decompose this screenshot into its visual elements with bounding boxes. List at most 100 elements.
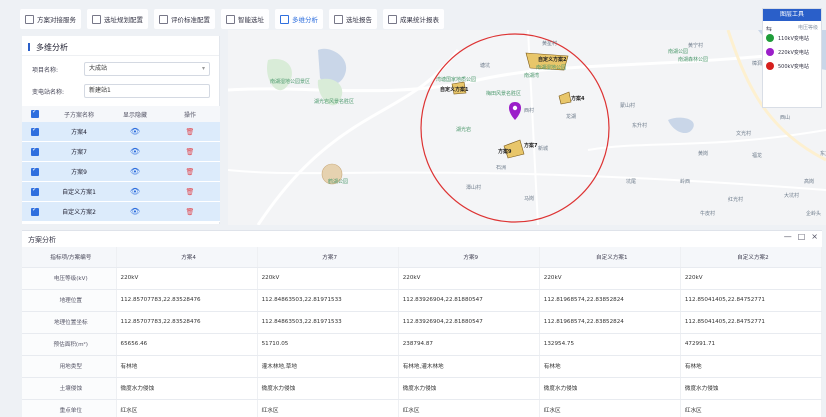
toolbar-label: 多维分析: [292, 16, 318, 24]
toolbar-button-6[interactable]: 成果统计报表: [383, 9, 444, 29]
toolbar-label: 选址规划配置: [104, 16, 143, 24]
eye-icon[interactable]: 👁: [110, 167, 160, 176]
grid-header-visibility: 显示隐藏: [122, 111, 147, 119]
eye-icon[interactable]: 👁: [110, 207, 160, 216]
row-checkbox[interactable]: [22, 186, 48, 196]
legend-label: 110kV变电站: [778, 35, 809, 42]
map-place-label: 潭山村: [466, 185, 482, 191]
map-scheme-label[interactable]: 方案7: [524, 142, 537, 149]
multi-analysis-panel: 多维分析 项目名称: 大成站 ▾ 变电站名称: 新建站1 子方案名称 显示隐藏 …: [22, 36, 220, 224]
map-scheme-label[interactable]: 自定义方案1: [440, 86, 468, 93]
toolbar-label: 选址报告: [346, 16, 372, 24]
layer-tool-icon[interactable]: ⇆: [766, 25, 772, 33]
station-input[interactable]: 新建站1: [84, 84, 210, 98]
project-select[interactable]: 大成站 ▾: [84, 62, 210, 76]
comparison-table: 指标项/方案编号 方案4 方案7 方案9 自定义方案1 自定义方案2 电压等级(kV) 22…: [22, 247, 823, 417]
toolbar-icon: [280, 14, 289, 24]
map-place-label: 南湖森林公园: [678, 57, 709, 63]
table-row: 地理位置坐标 112.85707783,22.83528476 112.848635…: [22, 311, 823, 334]
row-checkbox[interactable]: [22, 166, 48, 176]
toolbar-icon: [334, 14, 343, 24]
toolbar-label: 评价标准配置: [171, 16, 210, 24]
table-cell: 220kV: [539, 267, 681, 290]
scheme-row[interactable]: 方案9 👁🗑: [22, 162, 220, 182]
row-label: 地理位置: [22, 289, 117, 312]
station-row: 变电站名称: 新建站1: [22, 82, 219, 100]
table-cell: 微度水力侵蚀: [398, 377, 540, 400]
app-window: 塘坑 黄星村 黄宁村 西村 龙湖 新城 石洲 潭山村 蒙山村 东升村 马岗 坑尾 文光村 福龙 企岭头 牛皮村…: [0, 0, 826, 417]
grid-header-actions: 操作: [183, 111, 196, 119]
map-place-label: 岭西: [680, 179, 691, 185]
map-scheme-label[interactable]: 自定义方案2: [538, 56, 566, 63]
toolbar-button-4[interactable]: 多维分析: [275, 9, 323, 29]
legend-label: 220kV变电站: [778, 49, 809, 56]
scheme-analysis-panel: 方案分析 — □ × 指标项/方案编号 方案4 方案7 方案9 自定义方案1 自定义方案2…: [22, 230, 823, 417]
table-cell: 有林地: [539, 355, 681, 378]
chevron-down-icon: ▾: [201, 65, 205, 72]
map-place-label: 南湖湾: [524, 73, 540, 79]
map-scheme-label[interactable]: 方案9: [498, 148, 511, 155]
maximize-icon[interactable]: □: [798, 232, 806, 241]
minimize-icon[interactable]: —: [784, 232, 792, 241]
delete-icon[interactable]: 🗑: [160, 168, 220, 176]
table-cell: 微度水力侵蚀: [680, 377, 823, 400]
scheme-name: 方案7: [71, 149, 87, 156]
select-all-checkbox[interactable]: [22, 108, 48, 118]
row-label: 电压等级(kV): [22, 267, 117, 290]
toolbar-button-5[interactable]: 选址报告: [329, 9, 377, 29]
toolbar-button-1[interactable]: 选址规划配置: [87, 9, 148, 29]
station-input-value: 新建站1: [89, 87, 111, 94]
row-checkbox[interactable]: [22, 126, 48, 136]
table-cell: 红水区: [398, 399, 540, 417]
map-place-label: 企岭头: [806, 211, 822, 217]
scheme-row[interactable]: 自定义方案2 👁🗑: [22, 202, 220, 222]
toolbar-button-0[interactable]: 方案对接服务: [20, 9, 81, 29]
table-row: 预估面积(m²) 65656.46 51710.05 238794.87 132954.…: [22, 333, 823, 356]
table-row: 重点单位 红水区 红水区 红水区 红水区 红水区: [22, 399, 823, 417]
row-label: 地理位置坐标: [22, 311, 117, 334]
top-toolbar: 方案对接服务 选址规划配置 评价标准配置 智能选址 多维分析 选址报告 成果统计报表: [20, 8, 800, 30]
eye-icon[interactable]: 👁: [110, 127, 160, 136]
eye-icon[interactable]: 👁: [110, 187, 160, 196]
table-cell: 微度水力侵蚀: [539, 377, 681, 400]
legend-dot-icon: [766, 34, 774, 42]
map-place-label: 大坑村: [784, 193, 800, 199]
delete-icon[interactable]: 🗑: [160, 208, 220, 216]
row-checkbox[interactable]: [22, 146, 48, 156]
row-checkbox[interactable]: [22, 206, 48, 216]
station-label: 变电站名称:: [32, 88, 65, 96]
map-view[interactable]: 塘坑 黄星村 黄宁村 西村 龙湖 新城 石洲 潭山村 蒙山村 东升村 马岗 坑尾 文光村 福龙 企岭头 牛皮村…: [228, 30, 826, 225]
table-cell: 112.81968574,22.83852824: [539, 311, 681, 334]
close-icon[interactable]: ×: [811, 232, 818, 241]
project-label: 项目名称:: [32, 66, 59, 74]
scheme-row[interactable]: 方案7 👁🗑: [22, 142, 220, 162]
scheme-name: 自定义方案1: [62, 189, 96, 196]
delete-icon[interactable]: 🗑: [160, 148, 220, 156]
table-cell: 红水区: [116, 399, 258, 417]
table-cell: 112.81968574,22.83852824: [539, 289, 681, 312]
table-header-cell: 自定义方案2: [680, 247, 823, 268]
toolbar-button-3[interactable]: 智能选址: [221, 9, 269, 29]
scheme-row[interactable]: 方案4 👁🗑: [22, 122, 220, 142]
delete-icon[interactable]: 🗑: [160, 128, 220, 136]
legend-item[interactable]: 500kV变电站: [763, 59, 821, 73]
delete-icon[interactable]: 🗑: [160, 188, 220, 196]
toolbar-label: 方案对接服务: [37, 16, 76, 24]
map-place-label: 福龙: [752, 153, 763, 159]
map-scheme-label[interactable]: 方案4: [571, 95, 584, 102]
project-select-value: 大成站: [89, 65, 108, 72]
scheme-row[interactable]: 自定义方案1 👁🗑: [22, 182, 220, 202]
table-header-cell: 方案7: [257, 247, 399, 268]
map-place-label: 黄星村: [542, 41, 558, 47]
legend-item[interactable]: 220kV变电站: [763, 45, 821, 59]
table-cell: 112.84863503,22.81971533: [257, 289, 399, 312]
legend-title[interactable]: 图层工具: [763, 9, 821, 21]
row-label: 重点单位: [22, 399, 117, 417]
eye-icon[interactable]: 👁: [110, 147, 160, 156]
legend-item[interactable]: 110kV变电站: [763, 31, 821, 45]
map-place-label: 高岗: [804, 179, 815, 185]
map-place-label: 西山: [780, 115, 791, 121]
toolbar-button-2[interactable]: 评价标准配置: [154, 9, 215, 29]
table-row: 用地类型 有林地 灌木林地,草地 有林地,灌木林地 有林地 有林地: [22, 355, 823, 378]
row-label: 土壤侵蚀: [22, 377, 117, 400]
